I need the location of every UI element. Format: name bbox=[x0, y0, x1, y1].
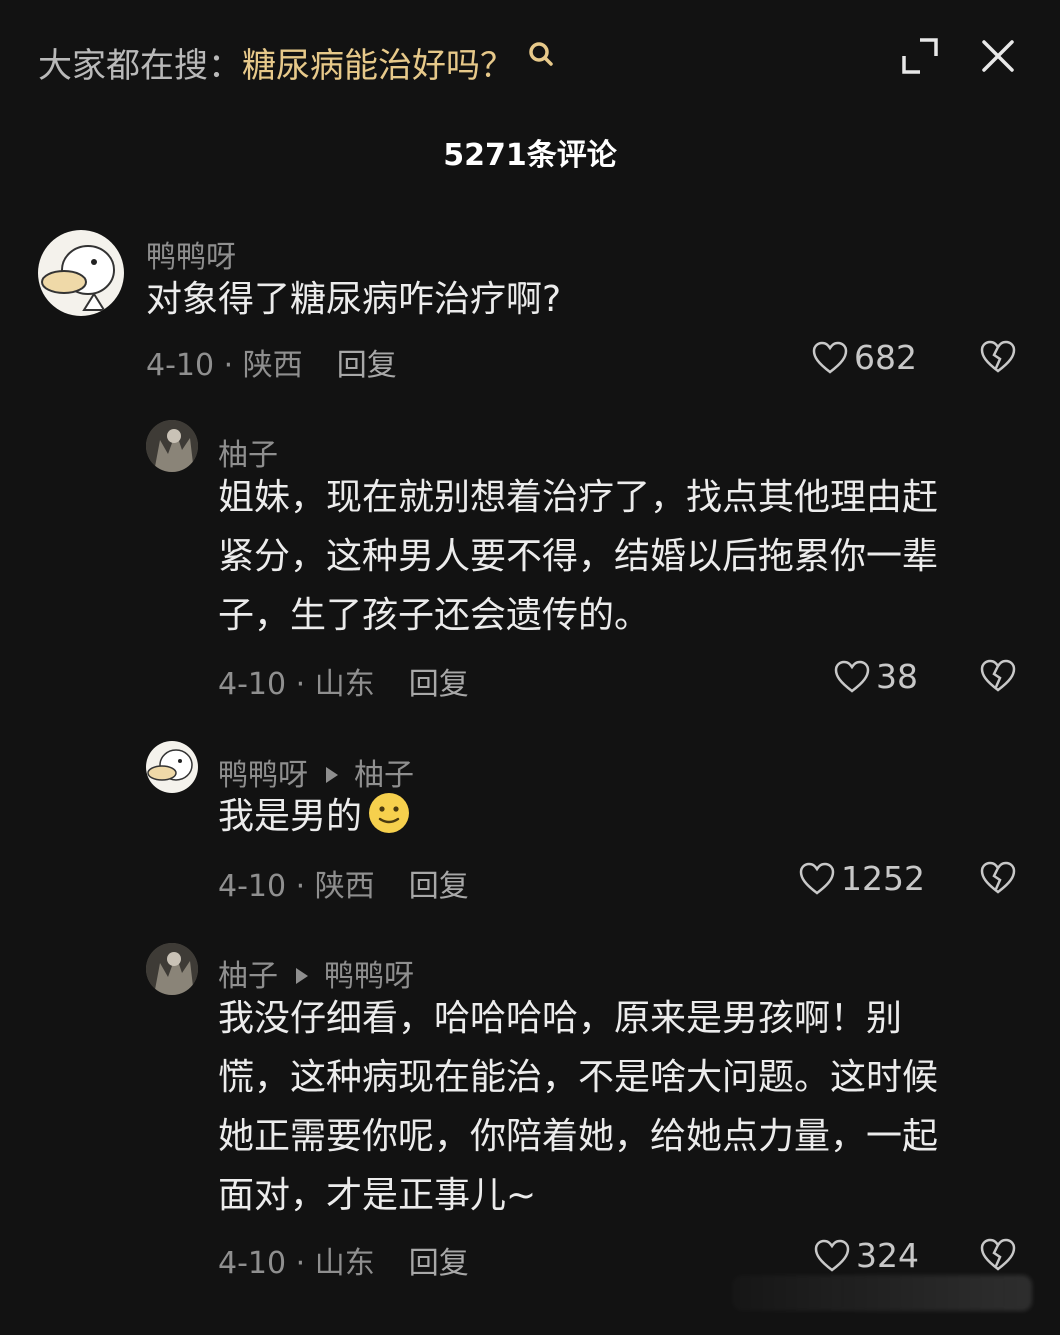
reply-button[interactable]: 回复 bbox=[409, 667, 469, 702]
comment-text: 我没仔细看，哈哈哈哈，原来是男孩啊！别慌，这种病现在能治，不是啥大问题。这时候她… bbox=[218, 998, 939, 1216]
reply-button[interactable]: 回复 bbox=[409, 1246, 469, 1281]
watermark bbox=[732, 1275, 1032, 1311]
like-button[interactable]: 1252 bbox=[799, 859, 925, 898]
like-count: 324 bbox=[856, 1236, 919, 1275]
heart-icon bbox=[799, 862, 835, 895]
avatar-photo[interactable] bbox=[146, 420, 198, 472]
search-suggestion-prefix: 大家都在搜： bbox=[38, 46, 242, 86]
avatar-duck[interactable] bbox=[146, 741, 198, 793]
like-count: 38 bbox=[876, 657, 918, 696]
comment-date-location: 4-10 · 山东 bbox=[218, 1246, 375, 1281]
heart-icon bbox=[812, 341, 848, 374]
reply-button[interactable]: 回复 bbox=[409, 869, 469, 904]
like-button[interactable]: 682 bbox=[812, 338, 917, 377]
comment-meta: 4-10 · 陕西 回复 bbox=[218, 861, 469, 905]
comment-text: 对象得了糖尿病咋治疗啊? bbox=[146, 279, 562, 320]
reply-button[interactable]: 回复 bbox=[337, 348, 397, 383]
like-count: 682 bbox=[854, 338, 917, 377]
comment-date-location: 4-10 · 山东 bbox=[218, 667, 375, 702]
comment-meta: 4-10 · 山东 回复 bbox=[218, 1238, 469, 1282]
reply-to-arrow-icon bbox=[296, 968, 308, 984]
broken-heart-icon[interactable] bbox=[980, 861, 1016, 895]
comment-date-location: 4-10 · 陕西 bbox=[146, 348, 303, 383]
like-count: 1252 bbox=[841, 859, 925, 898]
heart-icon bbox=[814, 1239, 850, 1272]
search-icon[interactable] bbox=[526, 38, 556, 68]
avatar-photo[interactable] bbox=[146, 943, 198, 995]
comments-count: 5271条评论 bbox=[443, 138, 617, 173]
comment-text-wrapper: 我是男的 bbox=[218, 787, 968, 846]
broken-heart-icon[interactable] bbox=[980, 659, 1016, 693]
comment-text: 我是男的 bbox=[218, 796, 363, 837]
slightly-smiling-face-emoji bbox=[368, 792, 410, 834]
comment-meta: 4-10 · 山东 回复 bbox=[218, 659, 469, 703]
avatar-duck[interactable] bbox=[38, 230, 124, 316]
broken-heart-icon[interactable] bbox=[980, 340, 1016, 374]
like-button[interactable]: 324 bbox=[814, 1236, 919, 1275]
reply-to-arrow-icon bbox=[326, 767, 338, 783]
top-bar: 大家都在搜：糖尿病能治好吗？ bbox=[0, 0, 1060, 120]
search-suggestion[interactable]: 大家都在搜：糖尿病能治好吗？ bbox=[38, 38, 556, 87]
close-icon[interactable] bbox=[978, 36, 1018, 76]
heart-icon bbox=[834, 660, 870, 693]
comment-meta: 4-10 · 陕西 回复 bbox=[146, 340, 397, 384]
broken-heart-icon[interactable] bbox=[980, 1238, 1016, 1272]
comment-date-location: 4-10 · 陕西 bbox=[218, 869, 375, 904]
search-suggestion-query[interactable]: 糖尿病能治好吗？ bbox=[242, 46, 514, 86]
comment-text: 姐妹，现在就别想着治疗了，找点其他理由赶紧分，这种男人要不得，结婚以后拖累你一辈… bbox=[218, 477, 939, 636]
expand-icon[interactable] bbox=[900, 36, 940, 76]
like-button[interactable]: 38 bbox=[834, 657, 918, 696]
